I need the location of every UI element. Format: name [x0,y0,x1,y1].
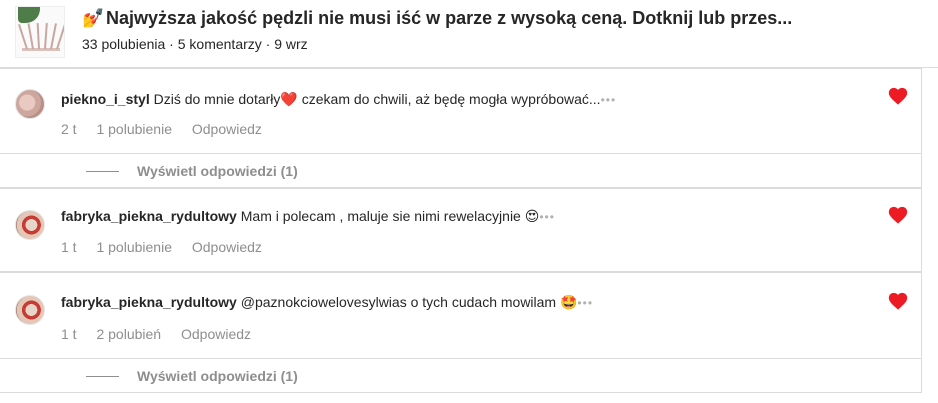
comment-text: @paznokciowelovesylwias o tych cudach mo… [240,294,557,310]
brush-shape [18,23,28,50]
comment-time: 2 t [61,121,77,137]
view-replies-row: Wyświetl odpowiedzi (1) [0,359,922,393]
comment-card: piekno_i_styl Dziś do mnie dotarły❤️ cze… [0,68,922,154]
plant-decoration [18,7,40,23]
comment-username[interactable]: fabryka_piekna_rydultowy [61,208,237,224]
comment-likes-link[interactable]: 2 polubień [96,326,161,342]
post-thumbnail[interactable] [15,6,65,58]
brush-shape [27,23,34,50]
comment-actions: 1 t 2 polubień Odpowiedz [61,326,267,342]
comment-card: fabryka_piekna_rydultowy @paznokciowelov… [0,272,922,359]
like-heart-icon[interactable] [887,290,909,312]
post-meta: 33 polubienia · 5 komentarzy · 9 wrz [82,36,308,52]
comment-text: Dziś do mnie dotarły [153,91,281,107]
reply-button[interactable]: Odpowiedz [192,121,262,137]
comment-time: 1 t [61,239,77,255]
comment-text: Mam i polecam , maluje sie nimi rewelacy… [240,208,521,224]
comment-username[interactable]: piekno_i_styl [61,91,150,107]
comment-body: fabryka_piekna_rydultowy Mam i polecam ,… [61,208,555,225]
heart-eyes-emoji: 😍 [524,208,540,224]
post-header: 💅Najwyższa jakość pędzli nie musi iść w … [0,0,938,68]
reply-divider [86,376,119,377]
reply-button[interactable]: Odpowiedz [192,239,262,255]
reply-button[interactable]: Odpowiedz [181,326,251,342]
star-struck-emoji: 🤩 [559,294,578,310]
comment-actions: 2 t 1 polubienie Odpowiedz [61,121,278,137]
scroll-gutter [922,68,938,403]
view-replies-button[interactable]: Wyświetl odpowiedzi (1) [137,368,298,384]
like-heart-icon[interactable] [887,204,909,226]
avatar[interactable] [15,210,45,240]
nail-polish-icon: 💅 [82,8,105,28]
reply-divider [86,171,119,172]
avatar[interactable] [15,295,45,325]
more-options-icon[interactable]: ••• [601,93,617,107]
comment-likes-link[interactable]: 1 polubienie [96,121,172,137]
avatar[interactable] [15,89,45,119]
like-heart-icon[interactable] [887,85,909,107]
brush-shape [56,23,64,50]
post-title[interactable]: 💅Najwyższa jakość pędzli nie musi iść w … [82,8,922,29]
brush-shape [44,22,48,50]
more-options-icon[interactable]: ••• [539,210,555,224]
view-replies-button[interactable]: Wyświetl odpowiedzi (1) [137,163,298,179]
comment-username[interactable]: fabryka_piekna_rydultowy [61,294,237,310]
comment-body: fabryka_piekna_rydultowy @paznokciowelov… [61,294,593,311]
comment-time: 1 t [61,326,77,342]
comment-card: fabryka_piekna_rydultowy Mam i polecam ,… [0,188,922,272]
view-replies-row: Wyświetl odpowiedzi (1) [0,154,922,188]
comment-actions: 1 t 1 polubienie Odpowiedz [61,239,278,255]
more-options-icon[interactable]: ••• [577,296,593,310]
comment-text-continued: czekam do chwili, aż będę mogła wypróbow… [297,91,601,107]
brush-shape [36,22,40,50]
comment-likes-link[interactable]: 1 polubienie [96,239,172,255]
red-heart-emoji: ❤️ [280,91,298,107]
post-title-text: Najwyższa jakość pędzli nie musi iść w p… [106,8,793,28]
comment-body: piekno_i_styl Dziś do mnie dotarły❤️ cze… [61,91,616,108]
